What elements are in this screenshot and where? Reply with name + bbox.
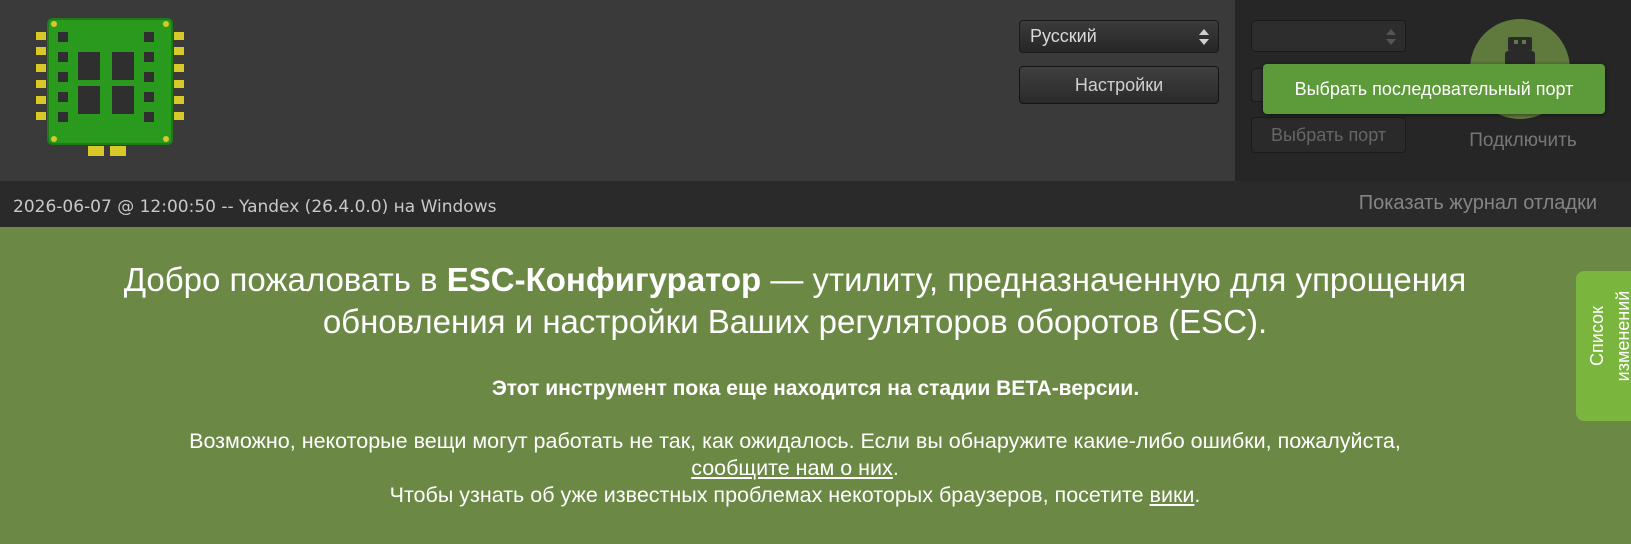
report-after: . <box>892 456 899 480</box>
changelog-tab-label: Список изменений <box>1587 290 1631 382</box>
welcome-heading: Добро пожаловать в ESC-Конфигуратор — ут… <box>120 259 1470 343</box>
beta-notice: Этот инструмент пока еще находится на ст… <box>491 377 1140 400</box>
wiki-after: . <box>1194 483 1201 507</box>
updown-arrows-icon <box>1386 29 1396 45</box>
desc-line2: Чтобы узнать об уже известных проблемах … <box>389 483 1150 507</box>
description: Возможно, некоторые вещи могут работать … <box>120 428 1470 509</box>
status-info-text: 2026-06-07 @ 12:00:50 -- Yandex (26.4.0.… <box>13 197 497 217</box>
updown-arrows-icon <box>1199 29 1209 45</box>
port-select[interactable] <box>1251 20 1406 52</box>
report-issues-link[interactable]: сообщите нам о них <box>691 456 893 480</box>
settings-button[interactable]: Настройки <box>1019 66 1219 104</box>
language-select-value: Русский <box>1030 26 1097 46</box>
wiki-link[interactable]: вики <box>1150 483 1195 507</box>
header: Русский Настройки Выбрать порт Подключит… <box>0 0 1631 181</box>
connect-label: Подключить <box>1469 130 1577 151</box>
changelog-tab[interactable]: Список изменений <box>1576 271 1631 421</box>
welcome-content: Добро пожаловать в ESC-Конфигуратор — ут… <box>0 227 1631 544</box>
app-name: ESC-Конфигуратор <box>446 261 762 298</box>
welcome-pre: Добро пожаловать в <box>123 261 447 298</box>
desc-line1: Возможно, некоторые вещи могут работать … <box>189 429 1401 453</box>
select-port-button[interactable]: Выбрать порт <box>1251 117 1406 153</box>
port-panel: Выбрать порт Подключить Выбрать последов… <box>1235 0 1631 181</box>
show-debug-log-link[interactable]: Показать журнал отладки <box>1359 192 1597 215</box>
select-port-tooltip: Выбрать последовательный порт <box>1263 64 1605 114</box>
language-select[interactable]: Русский <box>1019 20 1219 53</box>
esc-board-logo-icon <box>36 18 184 156</box>
